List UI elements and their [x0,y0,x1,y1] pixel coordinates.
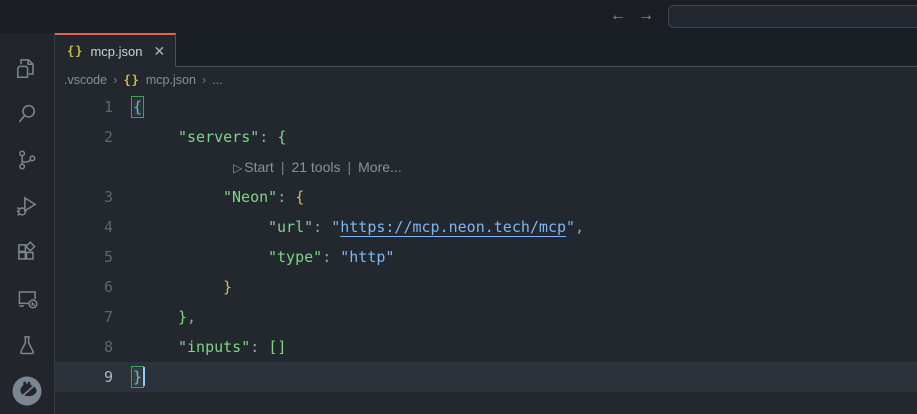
command-center-search[interactable] [668,5,917,28]
code-token: { [295,188,304,206]
code-content: "servers": { [113,122,286,152]
code-token: , [187,308,196,326]
code-token: : [259,128,277,146]
chevron-right-icon: › [113,72,117,87]
code-token: "inputs" [178,338,250,356]
breadcrumb-item-mcp-json[interactable]: mcp.json [146,73,196,87]
run-debug-icon[interactable] [3,183,51,229]
code-token: { [277,128,286,146]
codelens-row: ▷Start | 21 tools | More... [55,152,917,182]
code-token: } [223,278,232,296]
code-token: : [322,248,340,266]
search-icon[interactable] [3,91,51,137]
code-token: : [277,188,295,206]
codelens-content: ▷Start | 21 tools | More... [113,152,402,182]
chevron-right-icon: › [202,72,206,87]
breadcrumb-item-vscode[interactable]: .vscode [64,73,107,87]
code-lines: 1{2"servers": {▷Start|21 tools|More...3"… [55,92,917,392]
tab-bar-empty-space [176,33,917,67]
line-number: 5 [55,242,113,272]
line-number: 6 [55,272,113,302]
codelens-separator: | [348,159,352,175]
code-content: }, [113,302,196,332]
code-token: " [331,218,340,236]
activity-bar [0,33,55,414]
line-number: 4 [55,212,113,242]
code-token: , [575,218,584,236]
json-file-icon: {} [67,44,83,58]
code-content: "type": "http" [113,242,394,272]
line-number: 1 [55,92,113,122]
codelens-separator: | [281,159,285,175]
code-token: " [566,218,575,236]
text-cursor [143,367,145,386]
tab-label: mcp.json [90,44,142,59]
code-editor[interactable]: 1{2"servers": {▷Start|21 tools|More...3"… [55,92,917,414]
gutter-spacer [55,152,113,182]
code-content: { [113,92,142,122]
explorer-icon[interactable] [3,45,51,91]
line-number: 9 [55,362,113,392]
editor-group: {} mcp.json ✕ .vscode › {} mcp.json › ..… [55,33,917,414]
code-line[interactable]: 9} [55,362,917,392]
code-token: : [250,338,268,356]
code-token: { [133,98,142,116]
code-line[interactable]: 1{ [55,92,917,122]
breadcrumb-item-symbol[interactable]: ... [212,73,222,87]
code-token: "url" [268,218,313,236]
tab-close-icon[interactable]: ✕ [153,43,165,60]
remote-explorer-icon[interactable] [3,276,51,322]
nav-forward-button[interactable]: → [634,4,658,28]
extensions-icon[interactable] [3,230,51,276]
code-line[interactable]: 3"Neon": { [55,182,917,212]
code-token: "servers" [178,128,259,146]
codelens-link[interactable]: Start [244,159,274,175]
code-line[interactable]: 5"type": "http" [55,242,917,272]
breadcrumb: .vscode › {} mcp.json › ... [55,67,917,92]
code-line[interactable]: 4"url": "https://mcp.neon.tech/mcp", [55,212,917,242]
url-link[interactable]: https://mcp.neon.tech/mcp [340,218,566,236]
code-line[interactable]: 8"inputs": [] [55,332,917,362]
code-line[interactable]: 7}, [55,302,917,332]
line-number: 7 [55,302,113,332]
line-number: 8 [55,332,113,362]
code-token: "type" [268,248,322,266]
play-icon: ▷ [233,161,242,175]
tab-bar: {} mcp.json ✕ [55,33,917,67]
line-number: 2 [55,122,113,152]
code-content: } [113,272,232,302]
code-token: : [313,218,331,236]
vscode-window: ← → [0,0,917,414]
code-content: "Neon": { [113,182,304,212]
rabbit-icon[interactable] [3,368,51,414]
source-control-icon[interactable] [3,137,51,183]
json-file-icon: {} [123,73,139,87]
code-token: [] [268,338,286,356]
code-content: "url": "https://mcp.neon.tech/mcp", [113,212,584,242]
code-token: } [133,368,142,386]
code-token: "Neon" [223,188,277,206]
codelens-link[interactable]: More... [358,159,402,175]
code-token: } [178,308,187,326]
code-content: } [113,362,145,392]
testing-icon[interactable] [3,322,51,368]
code-token: "http" [340,248,394,266]
code-line[interactable]: 6} [55,272,917,302]
codelens-link[interactable]: 21 tools [291,159,340,175]
code-line[interactable]: 2"servers": { [55,122,917,152]
tab-mcp-json[interactable]: {} mcp.json ✕ [55,33,176,67]
code-content: "inputs": [] [113,332,286,362]
line-number: 3 [55,182,113,212]
nav-back-button[interactable]: ← [606,4,630,28]
title-bar: ← → [0,0,917,33]
